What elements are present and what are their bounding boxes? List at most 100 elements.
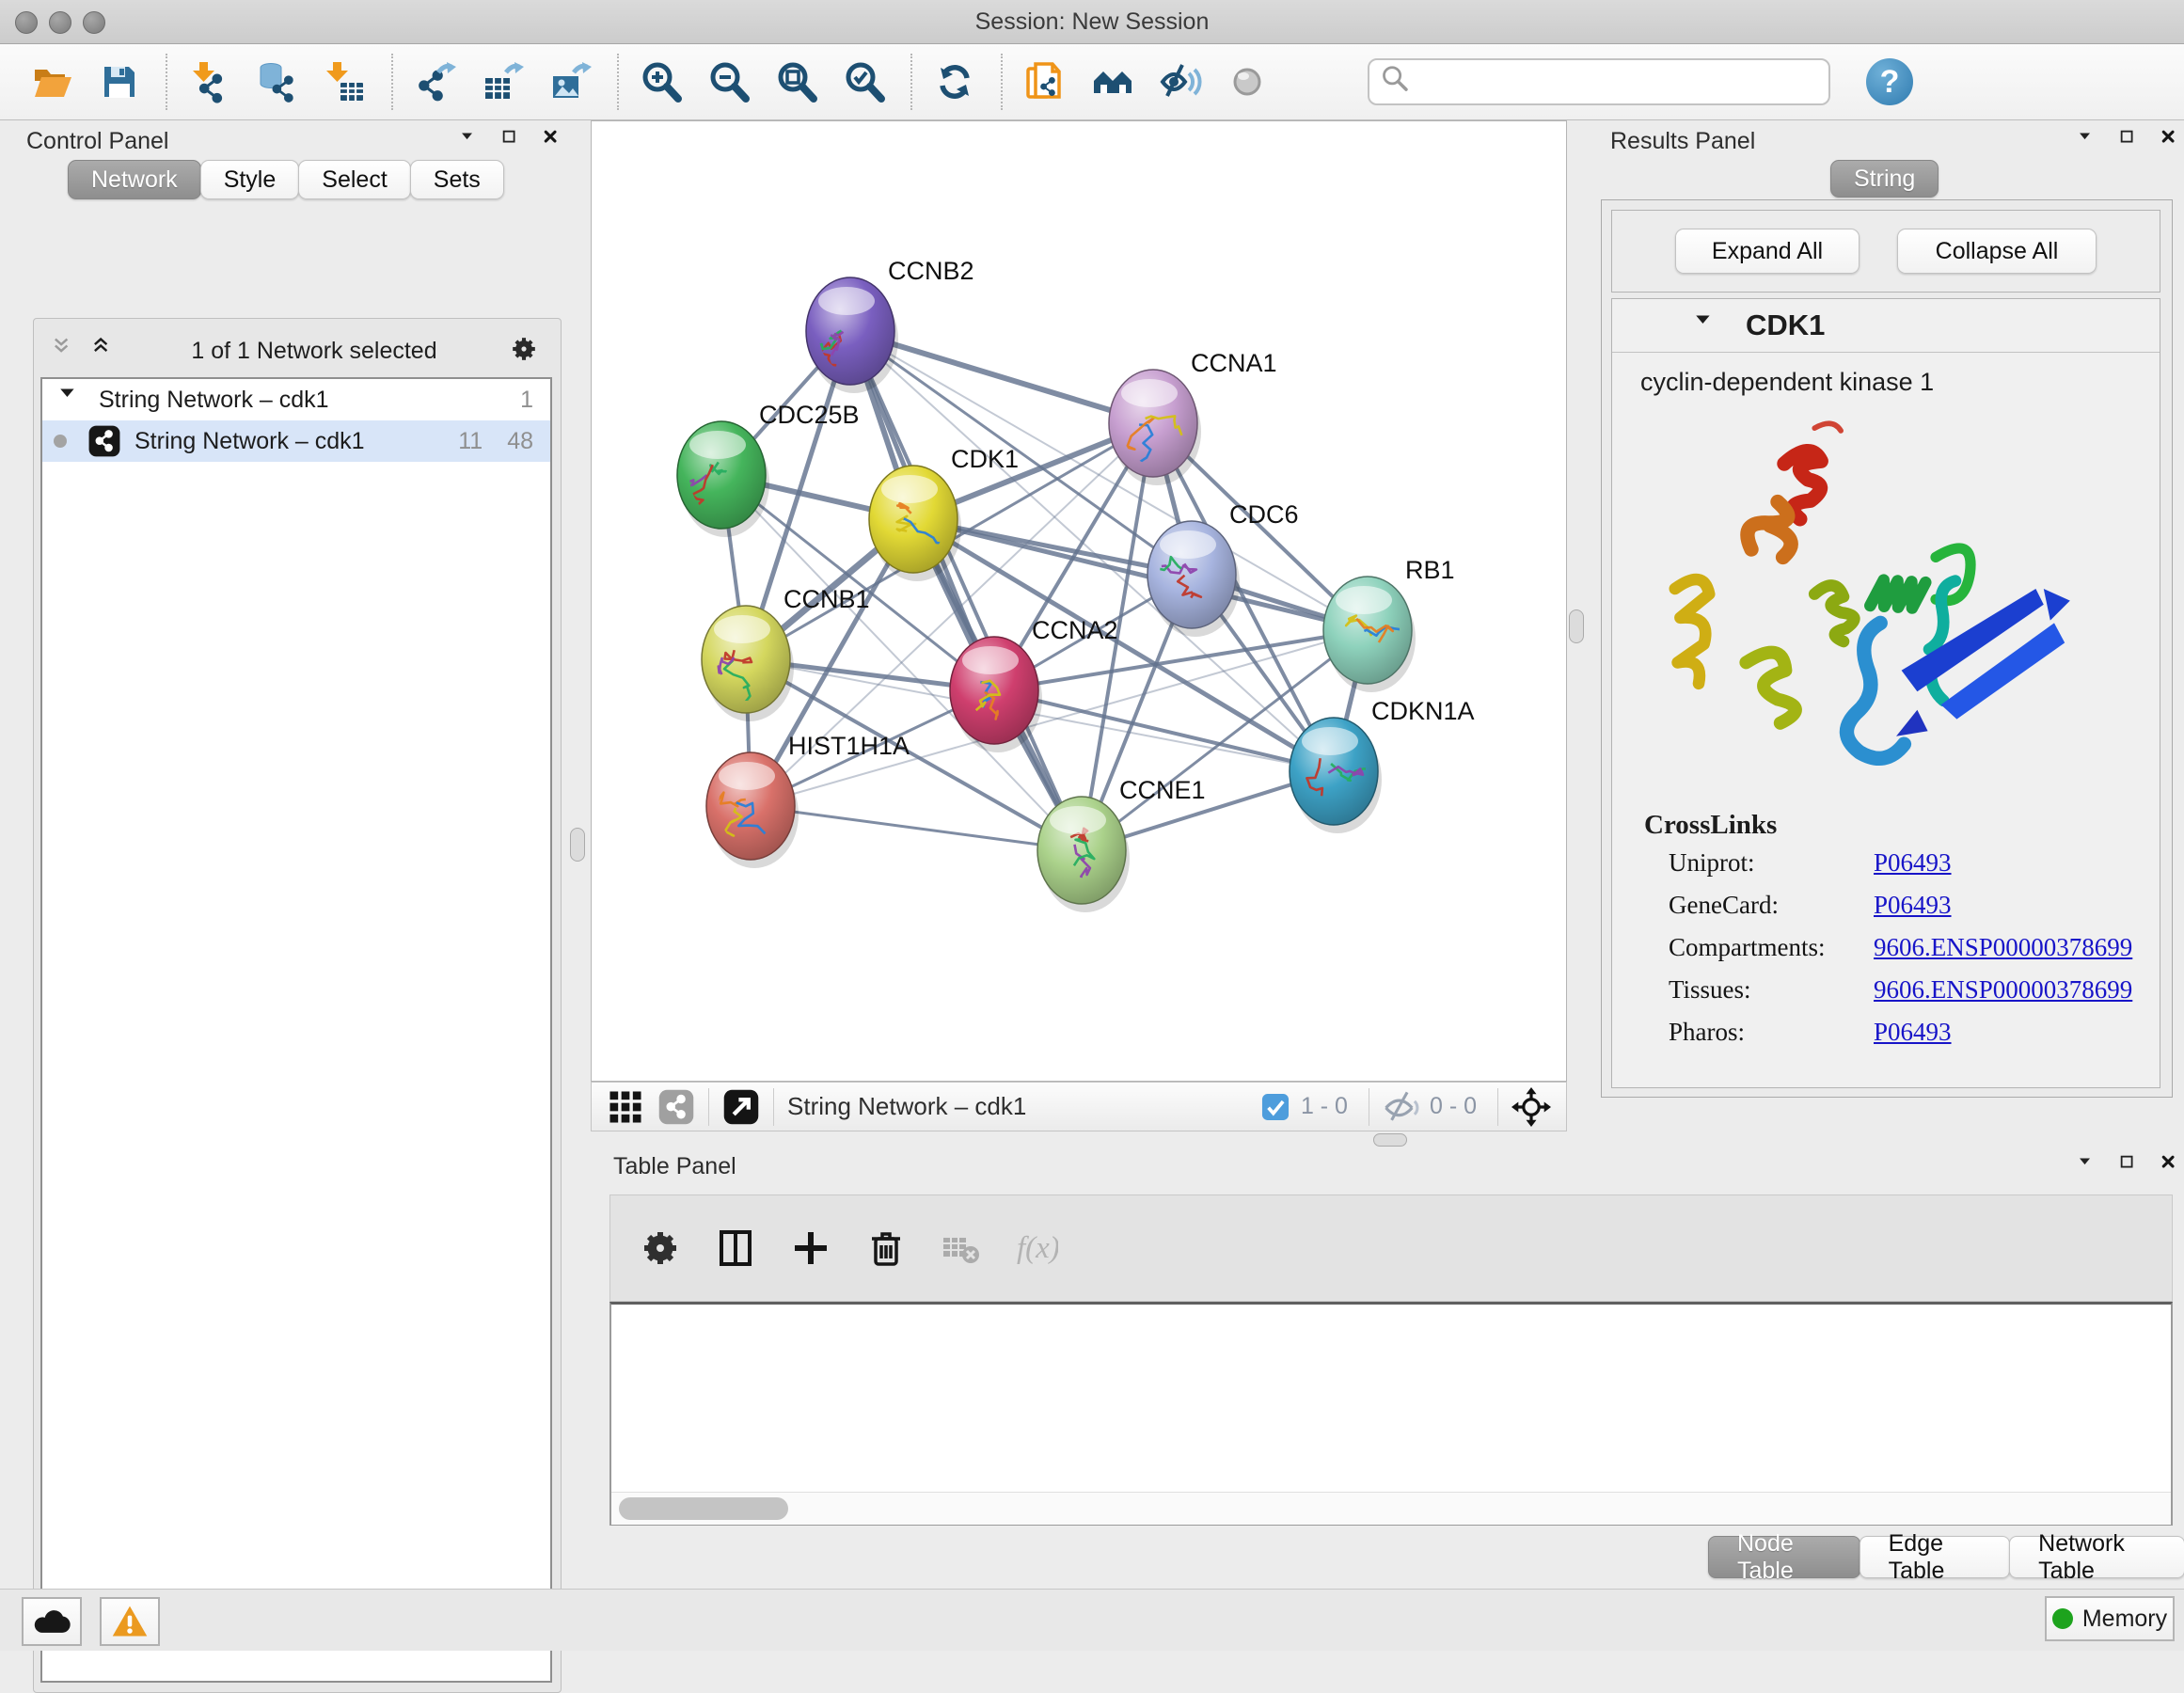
- memory-button[interactable]: Memory: [2045, 1596, 2175, 1641]
- splitter-right-handle[interactable]: [1569, 609, 1584, 643]
- column-header-description[interactable]: description: [1624, 1302, 1861, 1346]
- fit-selected-crosshair-icon[interactable]: [1511, 1087, 1551, 1127]
- zoom-in-button[interactable]: [634, 55, 688, 109]
- network-node-CCNB2[interactable]: CCNB2: [806, 257, 974, 393]
- network-graph[interactable]: CCNB2CCNA1CDC25BCDK1CDC6RB1CCNB1CCNA2CDK…: [592, 121, 1566, 1081]
- control-tab-select[interactable]: Select: [298, 160, 410, 199]
- network-node-CCNA1[interactable]: CCNA1: [1109, 349, 1277, 485]
- crosslink-link[interactable]: P06493: [1874, 848, 1952, 878]
- export-network-button[interactable]: [408, 55, 463, 109]
- table-hscrollbar[interactable]: [611, 1492, 2171, 1525]
- crosslink-link[interactable]: 9606.ENSP00000378699: [1874, 975, 2132, 1005]
- hide-panels-button[interactable]: [1153, 55, 1208, 109]
- column-header-database-identifier[interactable]: database identifier: [1310, 1302, 1624, 1346]
- column-header-canonical-name[interactable]: canonical name: [1027, 1302, 1310, 1346]
- network-node-CCNB1[interactable]: CCNB1: [702, 585, 870, 721]
- zoom-fit-button[interactable]: [769, 55, 824, 109]
- selected-checkbox-icon[interactable]: [1259, 1091, 1291, 1123]
- gear-button[interactable]: [633, 1221, 688, 1275]
- expand-all-icon[interactable]: [90, 334, 120, 369]
- network-row-selected[interactable]: String Network – cdk1 11 48: [42, 420, 550, 462]
- network-canvas[interactable]: CCNB2CCNA1CDC25BCDK1CDC6RB1CCNB1CCNA2CDK…: [591, 120, 1567, 1082]
- tab-network-table[interactable]: Network Table: [2009, 1536, 2184, 1578]
- crosslink-label: Compartments:: [1669, 933, 1874, 962]
- control-panel-tabs: NetworkStyleSelectSets: [68, 160, 503, 199]
- hidden-eye-icon[interactable]: [1383, 1088, 1420, 1126]
- warnings-button[interactable]: [100, 1597, 160, 1646]
- network-node-HIST1H1A[interactable]: HIST1H1A: [706, 732, 910, 868]
- open-session-button[interactable]: [24, 55, 79, 109]
- clone-network-button[interactable]: [1018, 55, 1072, 109]
- import-database-button[interactable]: [250, 55, 305, 109]
- network-collection-row[interactable]: String Network – cdk1 1: [42, 379, 550, 420]
- export-image-button[interactable]: [544, 55, 598, 109]
- import-table-button[interactable]: [318, 55, 372, 109]
- column-header-name[interactable]: name: [873, 1302, 1027, 1346]
- collection-collapse-icon[interactable]: [57, 383, 86, 418]
- panel-float-icon[interactable]: [2118, 1153, 2144, 1184]
- zoom-selected-button[interactable]: [837, 55, 892, 109]
- import-network-button[interactable]: [182, 55, 237, 109]
- node-label: HIST1H1A: [788, 732, 910, 760]
- panel-close-icon[interactable]: [2160, 128, 2184, 159]
- column-header-shared-name[interactable]: shared name: [611, 1302, 873, 1346]
- trash-button[interactable]: [859, 1221, 913, 1275]
- node-label: CDC25B: [759, 401, 860, 429]
- export-table-button[interactable]: [476, 55, 530, 109]
- network-node-CDKN1A[interactable]: CDKN1A: [1290, 697, 1475, 833]
- window-minimize-button[interactable]: [49, 11, 71, 34]
- panel-dropdown-icon[interactable]: [459, 128, 485, 159]
- plus-button[interactable]: [783, 1221, 838, 1275]
- panel-dropdown-icon[interactable]: [2077, 1153, 2103, 1184]
- panel-dropdown-icon[interactable]: [2077, 128, 2103, 159]
- crosslink-link[interactable]: P06493: [1874, 1018, 1952, 1047]
- panel-float-icon[interactable]: [2118, 128, 2144, 159]
- table-panel-title: Table Panel: [613, 1153, 736, 1180]
- help-button[interactable]: ?: [1866, 58, 1913, 105]
- tab-edge-table[interactable]: Edge Table: [1860, 1536, 2011, 1578]
- control-tab-sets[interactable]: Sets: [410, 160, 504, 199]
- network-options-gear-icon[interactable]: [508, 333, 540, 370]
- network-node-RB1[interactable]: RB1: [1323, 556, 1455, 692]
- svg-text:f(x): f(x): [1017, 1231, 1058, 1265]
- splitter-bottom-handle[interactable]: [1373, 1133, 1407, 1147]
- grid-view-icon[interactable]: [607, 1088, 644, 1126]
- string-share-icon[interactable]: [657, 1088, 695, 1126]
- protein-section-header[interactable]: CDK1: [1612, 299, 2160, 353]
- control-tab-style[interactable]: Style: [200, 160, 300, 199]
- panel-float-icon[interactable]: [500, 128, 527, 159]
- hscroll-thumb[interactable]: [619, 1497, 788, 1520]
- column-header--id[interactable]: @id: [1861, 1302, 2026, 1346]
- collapse-all-button[interactable]: Collapse All: [1897, 229, 2097, 274]
- network-view-title: String Network – cdk1: [787, 1092, 1026, 1121]
- columns-button[interactable]: [708, 1221, 763, 1275]
- birdseye-button[interactable]: [1085, 55, 1140, 109]
- section-collapse-icon[interactable]: [1693, 309, 1721, 342]
- control-tab-network[interactable]: Network: [68, 160, 201, 199]
- expand-all-button[interactable]: Expand All: [1675, 229, 1860, 274]
- network-node-CDC6[interactable]: CDC6: [1147, 500, 1299, 637]
- network-node-CDC25B[interactable]: CDC25B: [677, 401, 860, 537]
- crosslink-link[interactable]: P06493: [1874, 891, 1952, 920]
- birdseye-view-icon[interactable]: [722, 1088, 760, 1126]
- table-row[interactable]: CDK1CDK1P064939606.ENSP00000378699cyclin…: [611, 1346, 2171, 1384]
- zoom-out-button[interactable]: [702, 55, 756, 109]
- collapse-all-icon[interactable]: [51, 334, 81, 369]
- cloud-button[interactable]: [22, 1597, 82, 1646]
- tab-string[interactable]: String: [1830, 160, 1939, 198]
- panel-close-icon[interactable]: [2160, 1153, 2184, 1184]
- show-eye-button[interactable]: [1221, 55, 1275, 109]
- save-session-button[interactable]: [92, 55, 147, 109]
- window-zoom-button[interactable]: [83, 11, 105, 34]
- table-del-button[interactable]: [934, 1221, 989, 1275]
- refresh-button[interactable]: [927, 55, 982, 109]
- window-close-button[interactable]: [15, 11, 38, 34]
- network-node-CCNE1[interactable]: CCNE1: [1037, 776, 1206, 912]
- search-input[interactable]: [1368, 58, 1830, 105]
- splitter-left-handle[interactable]: [570, 828, 585, 862]
- crosslink-link[interactable]: 9606.ENSP00000378699: [1874, 933, 2132, 962]
- panel-close-icon[interactable]: [542, 128, 568, 159]
- column-header-namespace[interactable]: namespace: [2026, 1302, 2171, 1346]
- fx-button[interactable]: f(x): [1009, 1221, 1064, 1275]
- tab-node-table[interactable]: Node Table: [1708, 1536, 1860, 1578]
